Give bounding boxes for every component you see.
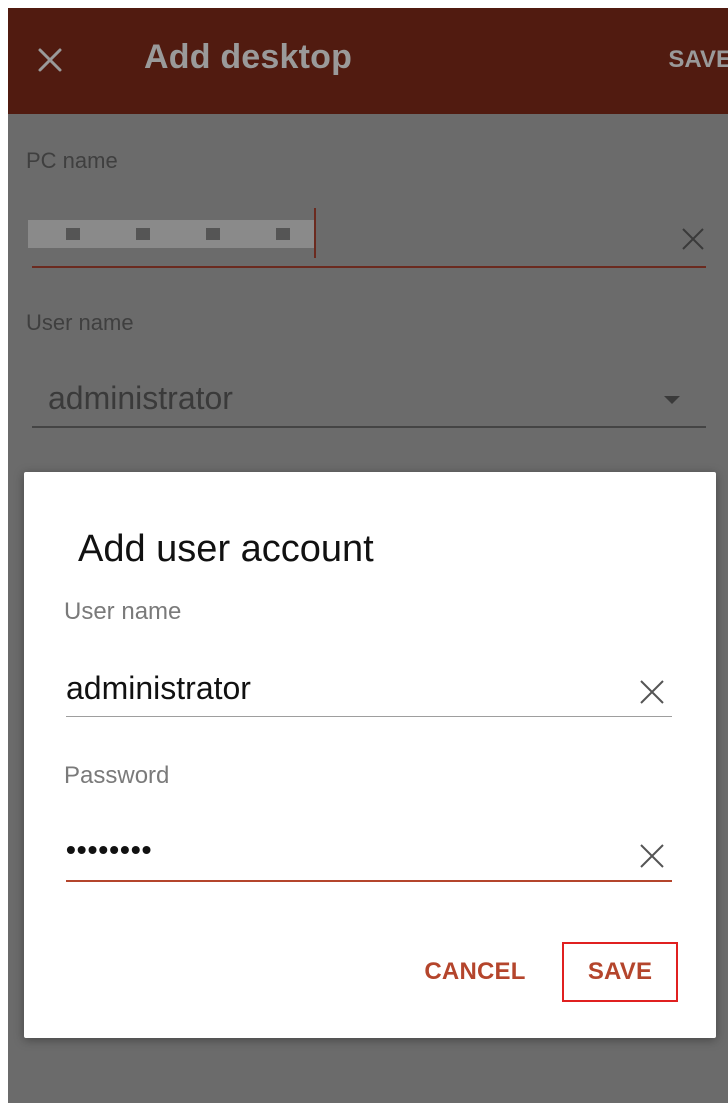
- pc-name-underline: [32, 266, 706, 268]
- text-cursor: [314, 208, 316, 258]
- close-icon[interactable]: [36, 46, 64, 74]
- save-button[interactable]: SAVE: [562, 942, 678, 1002]
- dialog-password-input[interactable]: ••••••••: [66, 834, 152, 866]
- page-title: Add desktop: [144, 38, 353, 76]
- chevron-down-icon: [664, 396, 680, 404]
- dialog-user-name-input[interactable]: administrator: [66, 670, 251, 707]
- pc-name-label: PC name: [26, 148, 118, 173]
- appbar-save-button[interactable]: SAVE: [668, 46, 728, 74]
- dialog-user-name-label: User name: [64, 598, 182, 625]
- clear-icon[interactable]: [638, 842, 666, 870]
- user-name-label: User name: [26, 310, 134, 335]
- clear-icon[interactable]: [638, 678, 666, 706]
- user-name-value: administrator: [48, 380, 233, 416]
- cancel-button[interactable]: CANCEL: [408, 942, 542, 1002]
- redacted-pc-name: [28, 220, 314, 248]
- user-name-underline: [32, 426, 706, 428]
- clear-icon[interactable]: [680, 226, 706, 252]
- dialog-title: Add user account: [78, 528, 374, 570]
- add-user-account-dialog: Add user account User name administrator…: [24, 472, 716, 1038]
- app-bar: Add desktop SAVE: [8, 8, 728, 114]
- phone-screen: Add desktop SAVE PC name User name admin…: [8, 8, 728, 1103]
- dialog-user-name-underline: [66, 716, 672, 717]
- dialog-password-underline: [66, 880, 672, 882]
- dialog-password-label: Password: [64, 762, 170, 789]
